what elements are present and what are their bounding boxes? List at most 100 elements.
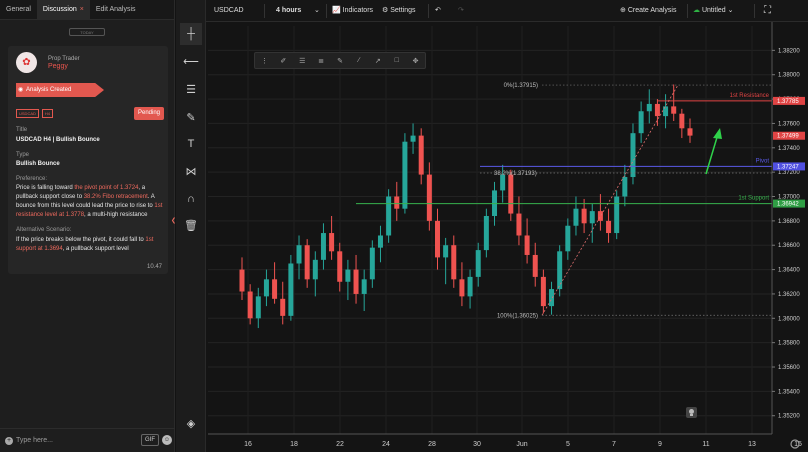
pattern-tool-icon[interactable]: ⋈	[180, 160, 202, 182]
rectangle-icon[interactable]: □	[387, 57, 406, 64]
tab-edit-analysis[interactable]: Edit Analysis	[90, 0, 142, 20]
fib-level-label: 0%(1.37915)	[504, 83, 538, 89]
close-icon[interactable]: ×	[80, 6, 84, 13]
brush-icon[interactable]: ✎	[180, 106, 202, 128]
candle-body	[263, 279, 269, 297]
price-tick-label: 1.35800	[778, 341, 800, 347]
drawing-toolbar: ┼ ⟵ ☰ ✎ T ⋈ ∩ 🗑 ◈	[176, 0, 206, 452]
emoji-icon[interactable]: ☺	[162, 435, 172, 445]
price-tick-label: 1.35400	[778, 389, 800, 395]
candle-body	[320, 233, 326, 260]
candle-body	[329, 233, 335, 252]
timeframe-badge: H4	[41, 109, 54, 118]
message-card: ✿ Prop Trader Peggy ◉ Analysis Created US…	[8, 46, 168, 274]
timeframe-select[interactable]: 4 hours	[276, 0, 301, 22]
fib-tool-icon[interactable]: ☰	[180, 78, 202, 100]
type-label: Type	[16, 152, 30, 158]
message-composer: + Type here... GIF ☺	[0, 428, 175, 452]
price-tick-label: 1.35200	[778, 414, 800, 420]
pen-icon[interactable]: ✐	[274, 57, 293, 65]
price-tick-label: 1.37200	[778, 170, 800, 176]
line-icon[interactable]: ∕	[349, 57, 368, 64]
candle-body	[272, 279, 278, 299]
candle-body	[353, 269, 359, 294]
tab-general[interactable]: General	[0, 0, 37, 20]
chevron-down-icon[interactable]: ⌄	[314, 0, 320, 22]
magnet-icon[interactable]: ∩	[180, 188, 202, 210]
price-tick-label: 1.37600	[778, 121, 800, 127]
price-chart[interactable]: 1st Resistance Pivot 1st Support 0%(1.37915…	[206, 22, 808, 452]
candle-body	[377, 235, 383, 248]
redo-icon[interactable]: ↷	[458, 0, 464, 22]
drawing-options-bar: ⋮ ✐ ☰ ≣ ✎ ∕ ↗ □ ✥	[254, 52, 426, 69]
edit-icon[interactable]: ✎	[331, 57, 350, 65]
message-input[interactable]: Type here...	[16, 437, 53, 444]
symbol-label[interactable]: USDCAD	[214, 0, 244, 22]
candle-body	[418, 135, 424, 175]
candle-body	[443, 245, 449, 258]
settings-label: Settings	[390, 7, 416, 14]
pref-highlight: the pivot point of 1.3724	[74, 185, 139, 191]
fullscreen-icon[interactable]: ⛶	[764, 0, 771, 22]
author: ✿ Prop Trader Peggy	[16, 52, 80, 73]
plus-circle-icon: ⊕	[620, 7, 628, 14]
line-tool-icon[interactable]: ⟵	[180, 50, 202, 72]
candle-body	[247, 291, 253, 319]
candle-body	[239, 269, 245, 292]
app-window: General Discussion × Edit Analysis TODAY …	[0, 0, 808, 452]
untitled-label: Untitled	[701, 7, 726, 14]
candle-body	[516, 213, 522, 236]
more-icon[interactable]: ✥	[406, 57, 425, 65]
preference-label: Preference:	[16, 176, 48, 182]
price-axis[interactable]: 1.382001.380001.378001.376001.374001.372…	[771, 22, 808, 452]
candle-body	[540, 276, 546, 307]
candle-body	[304, 245, 310, 280]
candle-body	[361, 279, 367, 294]
pending-button[interactable]: Pending	[134, 107, 164, 120]
crosshair-icon[interactable]: ┼	[180, 23, 202, 45]
price-tag-label: 1.37247	[777, 164, 799, 170]
ray-icon[interactable]: ↗	[368, 57, 387, 65]
candle-body	[687, 128, 693, 136]
text-tool-icon[interactable]: T	[180, 133, 202, 155]
indicators-button[interactable]: 📈 Indicators	[332, 0, 373, 22]
author-name[interactable]: Peggy	[48, 63, 80, 70]
price-tick-label: 1.35600	[778, 365, 800, 371]
time-tick-label: 9	[658, 441, 662, 448]
align-icon[interactable]: ☰	[293, 57, 312, 65]
settings-button[interactable]: ⚙ Settings	[382, 0, 416, 22]
candle-body	[337, 251, 343, 282]
drag-handle-icon[interactable]: ⋮	[255, 57, 274, 65]
layers-icon[interactable]: ◈	[180, 412, 202, 434]
undo-icon[interactable]: ↶	[435, 0, 441, 22]
candle-body	[475, 250, 481, 277]
create-analysis-button[interactable]: ⊕ Create Analysis	[620, 0, 676, 22]
levels-icon[interactable]: ≣	[312, 57, 331, 65]
today-divider: TODAY	[69, 28, 105, 36]
trash-icon[interactable]: 🗑	[180, 214, 202, 236]
gif-button[interactable]: GIF	[141, 434, 159, 446]
time-tick-label: 16	[244, 441, 252, 448]
candle-body	[296, 245, 302, 264]
alt-part: If the price breaks below the pivot, it …	[16, 237, 146, 243]
candle-body	[671, 106, 677, 114]
price-tick-label: 1.38200	[778, 48, 800, 54]
candle-body	[638, 111, 644, 134]
time-tick-label: 13	[748, 441, 756, 448]
candle-body	[581, 208, 587, 224]
time-tick-label: 7	[612, 441, 616, 448]
preference-text: Price is falling toward the pivot point …	[16, 184, 166, 220]
plus-icon[interactable]: +	[5, 436, 13, 445]
create-label: Create Analysis	[627, 7, 677, 14]
alt-part: , a pullback support level	[62, 246, 129, 252]
price-tick-label: 1.36600	[778, 243, 800, 249]
candle-body	[386, 196, 392, 236]
pref-part: , a multi-high resistance	[84, 212, 148, 218]
chart-area[interactable]: 1st Resistance Pivot 1st Support 0%(1.37915…	[206, 22, 808, 452]
untitled-button[interactable]: ☁ Untitled ⌄	[693, 0, 734, 22]
tab-discussion[interactable]: Discussion ×	[36, 0, 90, 20]
candle-body	[451, 245, 457, 280]
candle-body	[654, 103, 660, 117]
alt-label: Alternative Scenario:	[16, 227, 72, 233]
pin-icon: ◉	[18, 87, 24, 93]
